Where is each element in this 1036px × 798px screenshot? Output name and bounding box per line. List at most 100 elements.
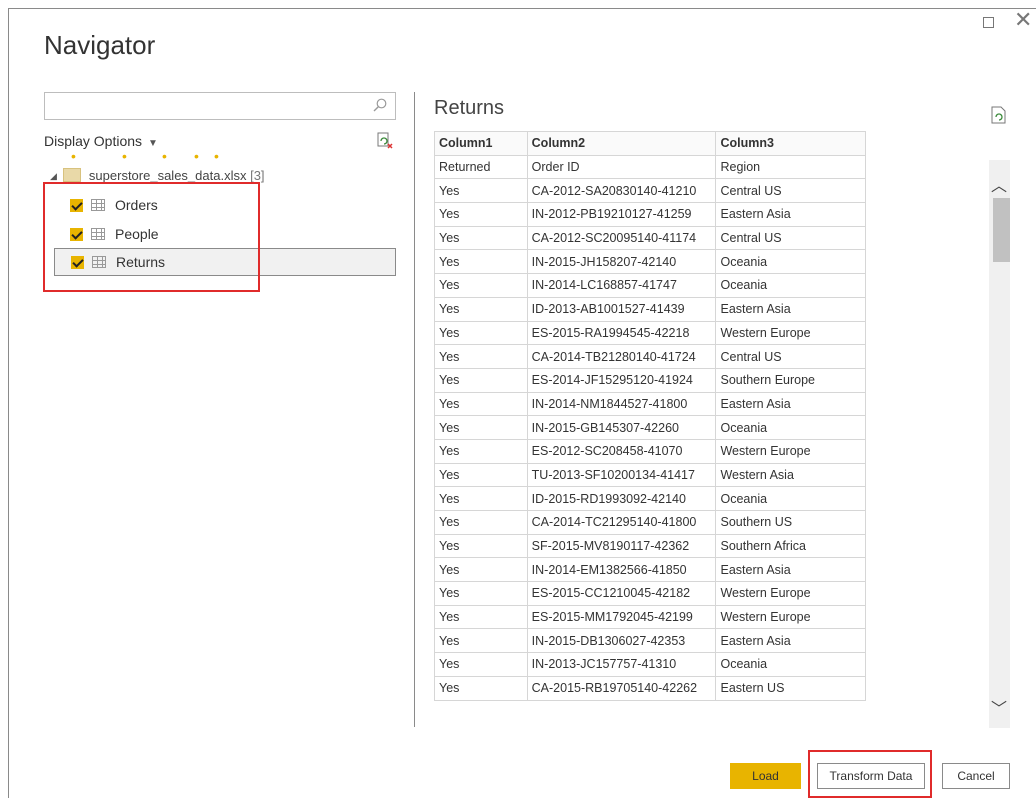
table-cell[interactable]: Central US: [715, 178, 866, 204]
tree-item-label: People: [115, 226, 159, 242]
table-cell[interactable]: ES-2015-RA1994545-42218: [526, 320, 717, 346]
table-cell[interactable]: Western Asia: [715, 462, 866, 488]
checkbox-returns[interactable]: [71, 255, 84, 269]
table-cell[interactable]: CA-2012-SC20095140-41174: [526, 225, 717, 251]
table-cell[interactable]: Yes: [434, 178, 528, 204]
expand-arrow-icon[interactable]: ◢: [50, 171, 57, 182]
table-cell[interactable]: Yes: [434, 391, 528, 417]
load-button[interactable]: Load: [730, 763, 801, 789]
table-cell[interactable]: Yes: [434, 249, 528, 275]
refresh-preview-icon[interactable]: [991, 106, 1007, 124]
table-cell[interactable]: Yes: [434, 344, 528, 369]
table-cell[interactable]: Oceania: [715, 652, 866, 677]
table-cell[interactable]: CA-2014-TB21280140-41724: [526, 344, 717, 369]
table-cell[interactable]: Yes: [434, 462, 528, 488]
table-cell[interactable]: Yes: [434, 225, 528, 251]
table-cell[interactable]: Eastern Asia: [715, 202, 866, 227]
table-cell[interactable]: Yes: [434, 320, 528, 346]
table-cell[interactable]: IN-2013-JC157757-41310: [526, 652, 717, 677]
table-cell[interactable]: Eastern Asia: [715, 628, 866, 654]
table-cell[interactable]: IN-2014-LC168857-41747: [526, 273, 717, 298]
table-cell[interactable]: IN-2014-NM1844527-41800: [526, 391, 717, 417]
table-cell[interactable]: Western Europe: [715, 604, 866, 630]
maximize-icon[interactable]: [983, 17, 994, 28]
table-cell[interactable]: Order ID: [526, 154, 717, 180]
table-cell[interactable]: Region: [715, 154, 866, 180]
table-cell[interactable]: Yes: [434, 604, 528, 630]
file-name: superstore_sales_data.xlsx: [88, 168, 247, 183]
table-cell[interactable]: Returned: [434, 154, 528, 180]
search-icon[interactable]: [373, 98, 387, 112]
table-cell[interactable]: Oceania: [715, 273, 866, 298]
table-cell[interactable]: Western Europe: [715, 320, 866, 346]
table-cell[interactable]: Western Europe: [715, 581, 866, 606]
table-cell[interactable]: Eastern Asia: [715, 557, 866, 583]
column-header[interactable]: Column3: [715, 131, 866, 156]
table-cell[interactable]: SF-2015-MV8190117-42362: [526, 533, 717, 559]
table-cell[interactable]: Southern US: [715, 510, 866, 535]
table-cell[interactable]: Eastern Asia: [715, 296, 866, 322]
table-cell[interactable]: Yes: [434, 510, 528, 535]
tree-item-label: Returns: [116, 254, 166, 270]
table-header-row: Column1 Column2 Column3: [434, 131, 866, 156]
table-cell[interactable]: IN-2012-PB19210127-41259: [526, 202, 717, 227]
table-cell[interactable]: Central US: [715, 344, 866, 369]
table-cell[interactable]: CA-2012-SA20830140-41210: [526, 178, 717, 204]
table-cell[interactable]: Yes: [434, 675, 528, 701]
scrollbar-thumb[interactable]: [993, 198, 1010, 262]
checkbox-people[interactable]: [70, 227, 83, 241]
table-cell[interactable]: Yes: [434, 557, 528, 583]
table-cell[interactable]: Yes: [434, 533, 528, 559]
table-cell[interactable]: Yes: [434, 652, 528, 677]
table-cell[interactable]: Oceania: [715, 486, 866, 511]
table-cell[interactable]: Yes: [434, 581, 528, 606]
table-cell[interactable]: Central US: [715, 225, 866, 251]
table-cell[interactable]: Yes: [434, 438, 528, 464]
column-header[interactable]: Column2: [526, 131, 717, 156]
table-cell[interactable]: ID-2015-RD1993092-42140: [526, 486, 717, 511]
table-cell[interactable]: CA-2015-RB19705140-42262: [526, 675, 717, 701]
table-cell[interactable]: ES-2014-JF15295120-41924: [526, 367, 717, 393]
table-cell[interactable]: Eastern Asia: [715, 391, 866, 417]
tree-item-orders[interactable]: Orders: [70, 191, 396, 219]
cancel-button[interactable]: Cancel: [942, 763, 1010, 789]
scroll-down-icon[interactable]: ﹀: [991, 695, 1007, 719]
table-cell[interactable]: Western Europe: [715, 438, 866, 464]
table-cell[interactable]: Southern Europe: [715, 367, 866, 393]
tree-file-node[interactable]: ◢ superstore_sales_data.xlsx [3]: [50, 168, 265, 183]
table-cell[interactable]: Oceania: [715, 249, 866, 275]
checkbox-orders[interactable]: [70, 198, 83, 212]
table-cell[interactable]: IN-2014-EM1382566-41850: [526, 557, 717, 583]
table-cell[interactable]: Oceania: [715, 415, 866, 440]
table-cell[interactable]: Yes: [434, 628, 528, 654]
table-row: Yes ES-2015-CC1210045-42182 Western Europe: [434, 581, 866, 606]
table-cell[interactable]: IN-2015-GB145307-42260: [526, 415, 717, 440]
display-options-dropdown[interactable]: Display Options ▼: [44, 133, 158, 149]
table-cell[interactable]: ID-2013-AB1001527-41439: [526, 296, 717, 322]
tree-item-people[interactable]: People: [70, 220, 396, 248]
column-header[interactable]: Column1: [434, 131, 528, 156]
table-cell[interactable]: TU-2013-SF10200134-41417: [526, 462, 717, 488]
table-cell[interactable]: ES-2012-SC208458-41070: [526, 438, 717, 464]
table-cell[interactable]: Yes: [434, 296, 528, 322]
table-cell[interactable]: Yes: [434, 202, 528, 227]
tree-item-returns[interactable]: Returns: [54, 248, 396, 276]
table-cell[interactable]: IN-2015-DB1306027-42353: [526, 628, 717, 654]
table-cell[interactable]: Eastern US: [715, 675, 866, 701]
table-cell[interactable]: Yes: [434, 367, 528, 393]
preview-table-wrap: Column1 Column2 Column3 Returned Order ID…: [434, 131, 866, 729]
table-cell[interactable]: ES-2015-CC1210045-42182: [526, 581, 717, 606]
panel-divider: [414, 92, 415, 727]
table-cell[interactable]: Yes: [434, 273, 528, 298]
table-cell[interactable]: Yes: [434, 415, 528, 440]
search-input[interactable]: [45, 93, 365, 119]
transform-data-button[interactable]: Transform Data: [817, 763, 925, 789]
scroll-up-icon[interactable]: ︿: [991, 172, 1007, 196]
close-icon[interactable]: ✕: [1014, 9, 1032, 31]
table-cell[interactable]: ES-2015-MM1792045-42199: [526, 604, 717, 630]
table-cell[interactable]: IN-2015-JH158207-42140: [526, 249, 717, 275]
table-cell[interactable]: Yes: [434, 486, 528, 511]
table-cell[interactable]: Southern Africa: [715, 533, 866, 559]
refresh-icon[interactable]: [376, 132, 394, 150]
table-cell[interactable]: CA-2014-TC21295140-41800: [526, 510, 717, 535]
